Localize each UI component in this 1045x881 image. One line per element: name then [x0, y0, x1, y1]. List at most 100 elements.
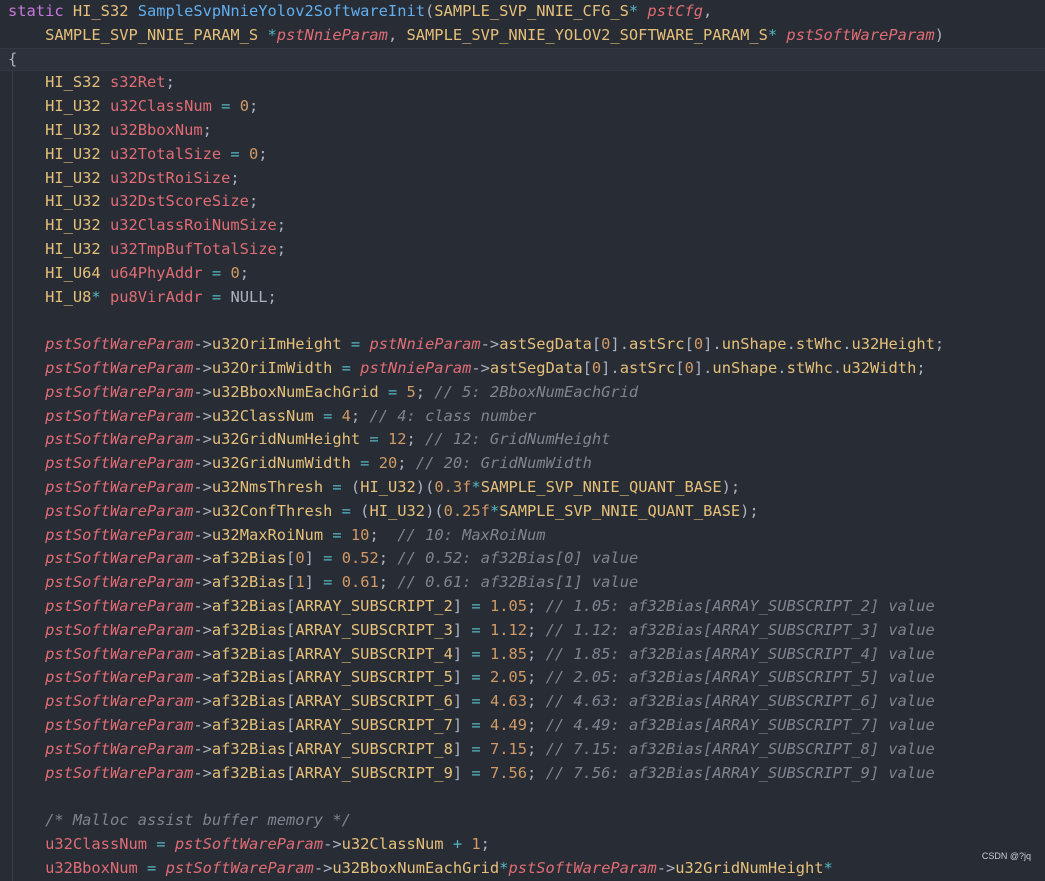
code-text: pstSoftWareParam->u32ClassNum = 4; // 4:…: [8, 405, 536, 429]
code-token: ;: [239, 263, 249, 282]
code-token: ARRAY_SUBSCRIPT_4: [295, 644, 453, 663]
code-token: HI_U32: [45, 144, 110, 163]
code-token: ->: [193, 644, 212, 663]
code-token: SAMPLE_SVP_NNIE_YOLOV2_SOFTWARE_PARAM_S: [406, 25, 768, 44]
code-line[interactable]: pstSoftWareParam->u32OriImWidth = pstNni…: [0, 357, 1045, 381]
code-token: =: [323, 549, 342, 568]
code-line[interactable]: pstSoftWareParam->u32GridNumHeight = 12;…: [0, 428, 1045, 453]
code-token: ;: [258, 144, 268, 163]
code-token: );: [740, 501, 759, 520]
code-line[interactable]: pstSoftWareParam->u32OriImHeight = pstNn…: [0, 333, 1045, 357]
code-line[interactable]: pstSoftWareParam->u32ClassNum = 4; // 4:…: [0, 404, 1045, 429]
code-line[interactable]: [0, 785, 1045, 810]
code-line[interactable]: HI_U32 u32BboxNum;: [0, 119, 1045, 143]
code-line[interactable]: [0, 309, 1045, 334]
code-token: =: [211, 287, 231, 306]
code-token: .: [777, 359, 787, 377]
code-token: u32GridNumWidth: [211, 454, 361, 473]
code-token: [: [286, 692, 296, 711]
code-token: )(: [415, 478, 435, 496]
code-line[interactable]: pstSoftWareParam->af32Bias[0] = 0.52; //…: [0, 547, 1045, 572]
code-token: ->: [193, 668, 212, 687]
code-line[interactable]: HI_U64 u64PhyAddr = 0;: [0, 261, 1045, 286]
code-token: HI_S32: [45, 73, 110, 92]
code-line[interactable]: pstSoftWareParam->u32GridNumWidth = 20; …: [0, 452, 1045, 476]
code-token: SAMPLE_SVP_NNIE_QUANT_BASE: [499, 501, 741, 520]
code-token: ;: [202, 121, 212, 139]
code-token: // 5: 2BboxNumEachGrid: [434, 382, 639, 401]
code-text: HI_U32 u32ClassRoiNumSize;: [8, 214, 286, 238]
code-token: =: [471, 716, 490, 734]
code-token: =: [369, 430, 388, 449]
code-token: // 0.52: af32Bias[0] value: [397, 549, 639, 568]
code-token: 1: [471, 835, 481, 853]
code-token: // 0.61: af32Bias[1] value: [397, 573, 639, 592]
code-text: pstSoftWareParam->af32Bias[ARRAY_SUBSCRI…: [8, 666, 935, 690]
code-text: HI_U32 u32ClassNum = 0;: [8, 95, 258, 119]
code-token: HI_U32: [45, 192, 110, 211]
code-line[interactable]: HI_S32 s32Ret;: [0, 71, 1045, 96]
code-token: ->: [193, 359, 212, 377]
code-line[interactable]: SAMPLE_SVP_NNIE_PARAM_S *pstNnieParam, S…: [0, 24, 1045, 48]
code-text: /* Malloc assist buffer memory */: [8, 809, 351, 833]
code-token: 0: [295, 549, 305, 568]
code-token: u32ClassNum: [109, 97, 222, 116]
code-token: =: [471, 739, 490, 758]
code-token: ;: [248, 192, 259, 211]
code-token: HI_U32: [360, 478, 416, 496]
code-token: af32Bias: [211, 716, 287, 734]
code-line[interactable]: HI_U32 u32ClassNum = 0;: [0, 95, 1045, 119]
code-line[interactable]: pstSoftWareParam->u32MaxRoiNum = 10; // …: [0, 523, 1045, 548]
code-line[interactable]: pstSoftWareParam->u32BboxNumEachGrid = 5…: [0, 380, 1045, 405]
code-token: // 20: GridNumWidth: [415, 454, 592, 473]
code-line[interactable]: pstSoftWareParam->af32Bias[ARRAY_SUBSCRI…: [0, 737, 1045, 762]
code-token: ;: [527, 716, 546, 734]
code-line[interactable]: HI_U32 u32TmpBufTotalSize;: [0, 238, 1045, 262]
code-line[interactable]: pstSoftWareParam->u32NmsThresh = (HI_U32…: [0, 476, 1045, 500]
code-line[interactable]: pstSoftWareParam->af32Bias[ARRAY_SUBSCRI…: [0, 761, 1045, 786]
code-line[interactable]: HI_U32 u32TotalSize = 0;: [0, 142, 1045, 167]
code-token: ->: [193, 501, 212, 520]
code-token: 0: [248, 144, 259, 163]
code-line[interactable]: HI_U32 u32DstScoreSize;: [0, 190, 1045, 215]
code-line[interactable]: pstSoftWareParam->af32Bias[ARRAY_SUBSCRI…: [0, 714, 1045, 738]
code-text: HI_S32 s32Ret;: [8, 71, 175, 95]
code-line[interactable]: pstSoftWareParam->af32Bias[ARRAY_SUBSCRI…: [0, 642, 1045, 667]
code-token: 0: [693, 335, 704, 354]
code-line[interactable]: pstSoftWareParam->af32Bias[ARRAY_SUBSCRI…: [0, 666, 1045, 691]
code-line[interactable]: {: [0, 47, 1045, 72]
code-text: static HI_S32 SampleSvpNnieYolov2Softwar…: [8, 0, 712, 24]
code-line[interactable]: pstSoftWareParam->af32Bias[ARRAY_SUBSCRI…: [0, 690, 1045, 714]
code-line[interactable]: HI_U32 u32ClassRoiNumSize;: [0, 214, 1045, 238]
code-token: 4.49: [489, 716, 528, 734]
code-editor[interactable]: static HI_S32 SampleSvpNnieYolov2Softwar…: [0, 0, 1045, 881]
code-token: // 10: MaxRoiNum: [397, 525, 546, 544]
code-line[interactable]: pstSoftWareParam->af32Bias[ARRAY_SUBSCRI…: [0, 618, 1045, 643]
code-line[interactable]: pstSoftWareParam->af32Bias[ARRAY_SUBSCRI…: [0, 595, 1045, 619]
code-text: pstSoftWareParam->af32Bias[ARRAY_SUBSCRI…: [8, 643, 935, 667]
code-token: *: [489, 501, 500, 520]
code-line[interactable]: pstSoftWareParam->af32Bias[1] = 0.61; //…: [0, 571, 1045, 595]
code-token: ->: [193, 525, 212, 544]
code-token: =: [341, 359, 361, 377]
code-text: pstSoftWareParam->u32ConfThresh = (HI_U3…: [8, 500, 759, 524]
code-line[interactable]: pstSoftWareParam->u32ConfThresh = (HI_U3…: [0, 499, 1045, 524]
code-line[interactable]: HI_U32 u32DstRoiSize;: [0, 166, 1045, 191]
code-token: ->: [323, 835, 342, 853]
code-line[interactable]: static HI_S32 SampleSvpNnieYolov2Softwar…: [0, 0, 1045, 24]
code-line[interactable]: u32ClassNum = pstSoftWareParam->u32Class…: [0, 833, 1045, 857]
code-token: )(: [425, 501, 444, 520]
code-token: =: [341, 501, 361, 520]
code-token: =: [323, 573, 342, 592]
code-token: u32OriImWidth: [211, 359, 342, 377]
code-line[interactable]: HI_U8* pu8VirAddr = NULL;: [0, 285, 1045, 310]
code-line[interactable]: /* Malloc assist buffer memory */: [0, 809, 1045, 833]
code-token: ;: [527, 763, 546, 782]
code-token: pstSoftWareParam: [45, 406, 194, 425]
code-line[interactable]: u32BboxNum = pstSoftWareParam->u32BboxNu…: [0, 856, 1045, 881]
